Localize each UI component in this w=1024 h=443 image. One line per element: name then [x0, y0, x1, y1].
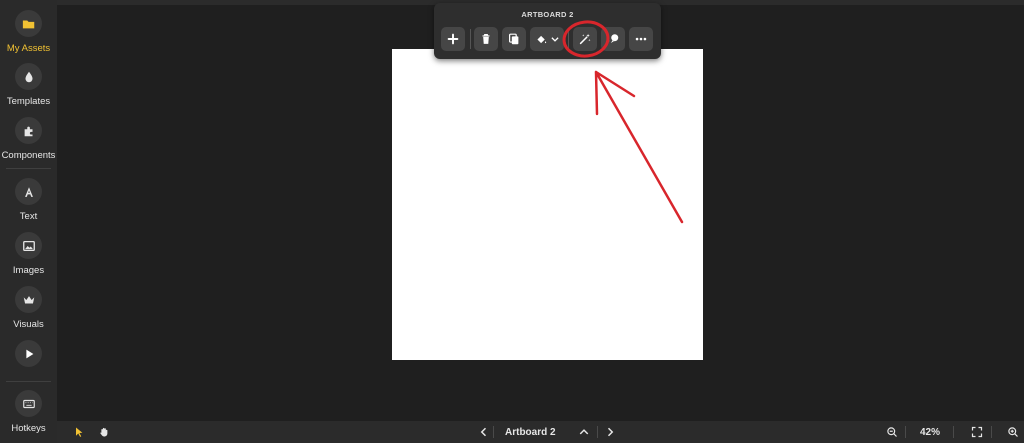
sidebar-label: Visuals: [13, 319, 44, 330]
sidebar-divider: [6, 168, 51, 169]
ai-assistant-button[interactable]: [601, 27, 625, 51]
sidebar-label: Hotkeys: [11, 423, 46, 434]
sidebar-label: Text: [19, 211, 38, 222]
bottom-divider: [597, 426, 598, 438]
text-a-icon: [15, 178, 42, 205]
hand-icon: [100, 427, 108, 437]
hand-tool-button[interactable]: [98, 426, 110, 438]
artboard-canvas[interactable]: [392, 49, 703, 360]
zoom-level[interactable]: 42%: [920, 427, 940, 438]
select-tool-button[interactable]: [73, 426, 85, 438]
toolbar-separator: [470, 29, 471, 49]
sidebar-item-components[interactable]: Components: [0, 117, 57, 161]
play-icon: [15, 340, 42, 367]
more-options-button[interactable]: [629, 27, 653, 51]
artboard-name[interactable]: Artboard 2: [505, 427, 556, 438]
duplicate-button[interactable]: [502, 27, 526, 51]
magic-wand-icon: [579, 33, 591, 45]
folder-icon: [15, 10, 42, 37]
chevron-up-icon: [579, 429, 589, 435]
bottom-bar: Artboard 2 42%: [57, 421, 1024, 443]
zoom-in-button[interactable]: [1007, 426, 1019, 438]
cursor-icon: [76, 427, 83, 437]
delete-button[interactable]: [474, 27, 498, 51]
ai-chat-icon: [607, 34, 619, 43]
sidebar-label: Templates: [6, 96, 51, 107]
next-artboard-button[interactable]: [604, 426, 616, 438]
chevron-down-icon: [550, 37, 559, 42]
sidebar-item-templates[interactable]: Templates: [0, 63, 57, 107]
toolbar-separator: [568, 29, 569, 49]
keyboard-icon: [15, 390, 42, 417]
zoom-out-icon: [887, 427, 897, 437]
bottom-divider: [991, 426, 992, 438]
fill-bucket-icon: [536, 35, 546, 43]
sidebar-item-video[interactable]: [0, 340, 57, 367]
sidebar-divider: [6, 381, 51, 382]
bottom-divider: [493, 426, 494, 438]
magic-button[interactable]: [573, 27, 597, 51]
puzzle-icon: [15, 117, 42, 144]
fullscreen-icon: [971, 426, 983, 438]
sidebar-item-visuals[interactable]: Visuals: [0, 286, 57, 330]
add-button[interactable]: [441, 27, 465, 51]
trash-icon: [482, 34, 490, 44]
zoom-in-icon: [1008, 427, 1018, 437]
app-window: My Assets Templates Components Text Imag…: [0, 0, 1024, 443]
toolbar-title: ARTBOARD 2: [521, 10, 574, 19]
crown-icon: [15, 286, 42, 313]
zoom-out-button[interactable]: [886, 426, 898, 438]
chevron-left-icon: [480, 427, 487, 437]
sidebar-label: Components: [1, 150, 56, 161]
sidebar-item-text[interactable]: Text: [0, 178, 57, 222]
artboard-list-toggle[interactable]: [578, 426, 590, 438]
fit-screen-button[interactable]: [971, 426, 983, 438]
copy-icon: [509, 33, 519, 45]
bottom-divider: [905, 426, 906, 438]
sidebar-label: Images: [12, 265, 45, 276]
chevron-right-icon: [607, 427, 614, 437]
fill-color-button[interactable]: [530, 27, 564, 51]
left-sidebar: My Assets Templates Components Text Imag…: [0, 0, 57, 443]
image-icon: [15, 232, 42, 259]
sidebar-item-images[interactable]: Images: [0, 232, 57, 276]
more-icon: [635, 37, 647, 41]
sidebar-item-my-assets[interactable]: My Assets: [0, 10, 57, 54]
previous-artboard-button[interactable]: [478, 426, 490, 438]
artboard-toolbar: ARTBOARD 2: [434, 3, 661, 59]
sidebar-item-hotkeys[interactable]: Hotkeys: [0, 390, 57, 434]
drop-icon: [15, 63, 42, 90]
sidebar-label: My Assets: [6, 43, 51, 54]
bottom-divider: [953, 426, 954, 438]
add-icon: [447, 33, 459, 45]
